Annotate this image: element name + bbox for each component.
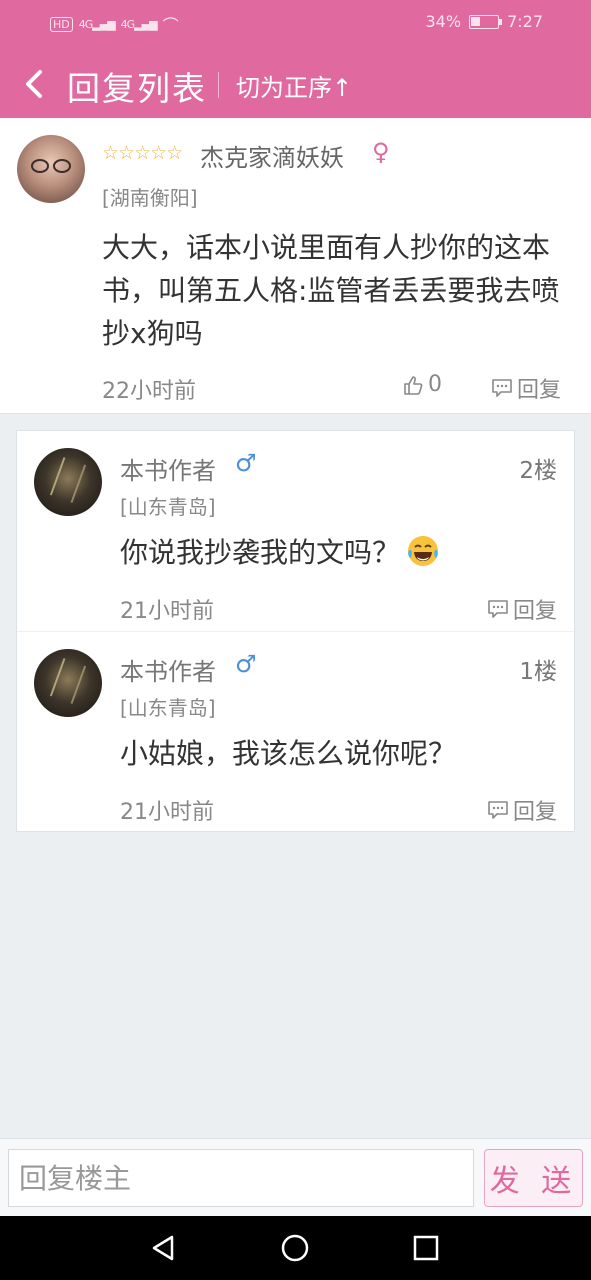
- comment-icon: [488, 801, 508, 819]
- list-item: 本书作者 ♂ 1楼 [山东青岛] 小姑娘，我该怎么说你呢？ 21小时前 回复: [17, 631, 574, 831]
- male-icon: ♂: [235, 449, 257, 477]
- main-comment: ☆☆☆☆☆ 杰克家滴妖妖 ♀ [湖南衡阳] 大大，话本小说里面有人抄你的这本书，…: [0, 118, 591, 414]
- comment-content: 大大，话本小说里面有人抄你的这本书，叫第五人格:监管者丢丢要我去喷抄x狗吗: [102, 231, 560, 350]
- comment-content: 你说我抄袭我的文吗？: [120, 531, 440, 571]
- order-toggle-button[interactable]: 切为正序↑: [236, 68, 352, 103]
- signal-icon: 4G▂▄▆: [78, 17, 116, 31]
- reply-label: 回复: [512, 599, 557, 624]
- male-icon: ♂: [235, 650, 257, 678]
- signal-icon: 4G▂▄▆: [120, 17, 158, 31]
- like-count: 0: [428, 372, 442, 397]
- location: [山东青岛]: [120, 696, 216, 720]
- home-icon[interactable]: [279, 1232, 311, 1264]
- top-bar: HD 4G▂▄▆ 4G▂▄▆ ⌒ 34% 7:27 回复列表 切为正序↑: [0, 0, 591, 118]
- thumbs-up-icon: [404, 375, 423, 395]
- timestamp: 22小时前: [102, 379, 196, 404]
- header: 回复列表 切为正序↑: [0, 50, 591, 118]
- hd-indicator: HD: [50, 16, 73, 32]
- reply-input-bar: 发 送: [0, 1138, 591, 1216]
- rating-stars-icon: ☆☆☆☆☆: [102, 142, 183, 164]
- reply-button[interactable]: 回复: [487, 794, 557, 826]
- comment-icon: [488, 600, 508, 618]
- avatar[interactable]: [34, 649, 102, 717]
- like-button[interactable]: 0: [402, 372, 442, 397]
- avatar[interactable]: [17, 135, 85, 203]
- reply-button[interactable]: 回复: [491, 372, 561, 404]
- recents-icon[interactable]: [410, 1232, 442, 1264]
- comment-content: 小姑娘，我该怎么说你呢？: [120, 732, 456, 772]
- list-item: 本书作者 ♂ 2楼 [山东青岛] 你说我抄袭我的文吗？ 21小时前 回复: [17, 431, 574, 631]
- username[interactable]: 本书作者: [120, 652, 216, 687]
- reply-button[interactable]: 回复: [487, 593, 557, 625]
- floor-number: 1楼: [519, 659, 557, 685]
- timestamp: 21小时前: [120, 800, 214, 825]
- clock: 7:27: [507, 12, 543, 31]
- timestamp: 21小时前: [120, 599, 214, 624]
- comment-text: 小姑娘，我该怎么说你呢？: [120, 737, 457, 770]
- username[interactable]: 本书作者: [120, 451, 216, 486]
- back-icon[interactable]: [148, 1232, 180, 1264]
- female-icon: ♀: [372, 138, 390, 166]
- back-arrow-icon[interactable]: [22, 64, 48, 104]
- location: [湖南衡阳]: [102, 186, 198, 210]
- battery-percent: 34%: [425, 12, 462, 31]
- page-title: 回复列表: [67, 69, 207, 108]
- status-bar: HD 4G▂▄▆ 4G▂▄▆ ⌒ 34% 7:27: [0, 0, 591, 46]
- battery-icon: [469, 14, 503, 29]
- floor-number: 2楼: [519, 458, 557, 484]
- comment-icon: [492, 379, 512, 397]
- avatar[interactable]: [34, 448, 102, 516]
- headset-icon: ⌒: [162, 16, 179, 35]
- reply-list: 本书作者 ♂ 2楼 [山东青岛] 你说我抄袭我的文吗？ 21小时前 回复 本书作…: [16, 430, 575, 832]
- divider: [218, 72, 219, 98]
- tears-of-joy-emoji-icon: [408, 536, 439, 566]
- username[interactable]: 杰克家滴妖妖: [200, 138, 344, 173]
- comment-text: 你说我抄袭我的文吗？: [120, 536, 401, 569]
- reply-label: 回复: [517, 378, 562, 403]
- send-button[interactable]: 发 送: [484, 1149, 583, 1207]
- system-nav-bar: [0, 1216, 591, 1280]
- reply-label: 回复: [512, 800, 557, 825]
- reply-input[interactable]: [8, 1149, 474, 1207]
- location: [山东青岛]: [120, 495, 216, 519]
